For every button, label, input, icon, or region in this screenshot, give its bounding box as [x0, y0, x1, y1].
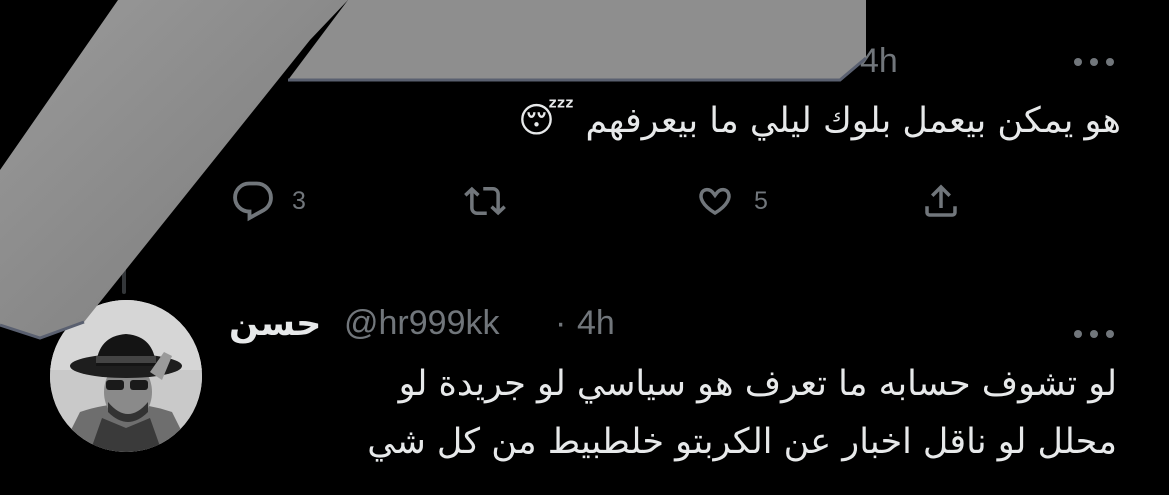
tweet1-more-icon[interactable]: [1072, 46, 1116, 74]
tweet2-text-line2: محلل لو ناقل اخبار عن الكربتو خلطبيط من …: [367, 422, 1117, 462]
like-icon: [699, 187, 731, 216]
tweet2-separator: ·: [555, 304, 567, 342]
tweet2-time[interactable]: 4h: [577, 304, 615, 343]
avatar[interactable]: [50, 300, 202, 452]
tweet2-more-icon[interactable]: [1072, 318, 1116, 346]
share-icon: [925, 184, 957, 217]
share-button[interactable]: [918, 180, 964, 222]
like-button[interactable]: 5: [692, 180, 768, 222]
tweet2-text-line1: لو تشوف حسابه ما تعرف هو سياسي لو جريدة …: [398, 364, 1117, 404]
reply-button[interactable]: 3: [230, 180, 306, 222]
reply-count: 3: [292, 186, 306, 215]
reply-icon: [233, 181, 273, 222]
thread-connector: [122, 264, 126, 294]
retweet-button[interactable]: [462, 180, 524, 222]
tweet1-text: هو يمكن بيعمل بلوك ليلي ما بيعرفهم 😴: [518, 101, 1121, 141]
tweet1-time[interactable]: 4h: [860, 42, 898, 81]
like-count: 5: [754, 186, 768, 215]
tweet2-handle[interactable]: @hr999kk: [344, 304, 499, 343]
retweet-icon: [464, 186, 506, 216]
tweet2-display-name[interactable]: حسن: [229, 304, 321, 344]
